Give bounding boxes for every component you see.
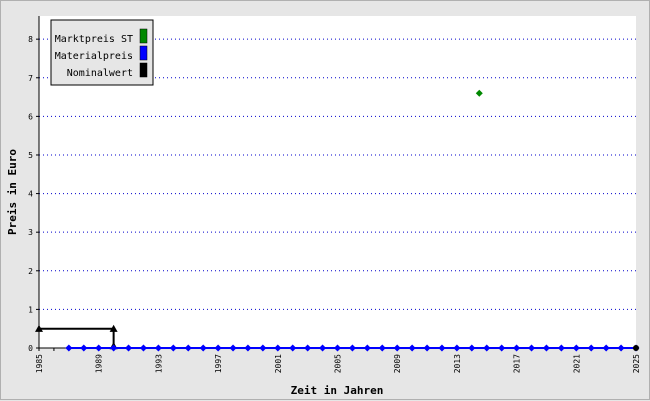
y-axis-label: Preis in Euro [6,149,19,235]
x-tick-label: 1997 [214,354,223,373]
x-tick-label: 1985 [35,354,44,373]
x-tick-label: 1993 [154,354,163,373]
y-tick-label: 7 [28,74,33,83]
y-tick-label: 3 [28,228,33,237]
y-tick-label: 4 [28,190,33,199]
y-tick-label: 5 [28,151,33,160]
legend-label-marktpreis: Marktpreis ST [55,34,133,45]
data-point [633,345,639,351]
y-tick-labels: 0 1 2 3 4 5 6 7 8 [28,35,33,353]
x-tick-label: 2017 [513,354,522,373]
legend-swatch-materialpreis [139,45,148,61]
chart-frame: 0 1 2 3 4 5 6 7 8 1985 1989 1993 1997 2001 2005 2009 20… [0,0,650,400]
legend-swatch-nominalwert [139,62,148,78]
y-tick-label: 6 [28,112,33,121]
legend: Marktpreis ST Materialpreis Nominalwert [50,19,154,86]
y-tick-label: 0 [28,344,33,353]
legend-label-nominalwert: Nominalwert [67,68,133,79]
x-tick-label: 2013 [453,354,462,373]
legend-swatch-marktpreis [139,28,148,44]
x-tick-label: 2005 [334,354,343,373]
y-tick-label: 1 [28,305,33,314]
x-tick-label: 2009 [393,354,402,373]
x-axis-label: Zeit in Jahren [291,384,384,397]
x-tick-label: 2025 [632,354,641,373]
x-tick-label: 2021 [572,354,581,373]
legend-label-materialpreis: Materialpreis [55,51,133,62]
y-tick-label: 8 [28,35,33,44]
x-tick-label: 1989 [95,354,104,373]
x-tick-labels: 1985 1989 1993 1997 2001 2005 2009 2013 2017 2021… [35,354,641,373]
x-tick-label: 2001 [274,354,283,373]
chart-svg: 0 1 2 3 4 5 6 7 8 1985 1989 1993 1997 2001 2005 2009 20… [6,16,641,397]
y-tick-label: 2 [28,267,33,276]
